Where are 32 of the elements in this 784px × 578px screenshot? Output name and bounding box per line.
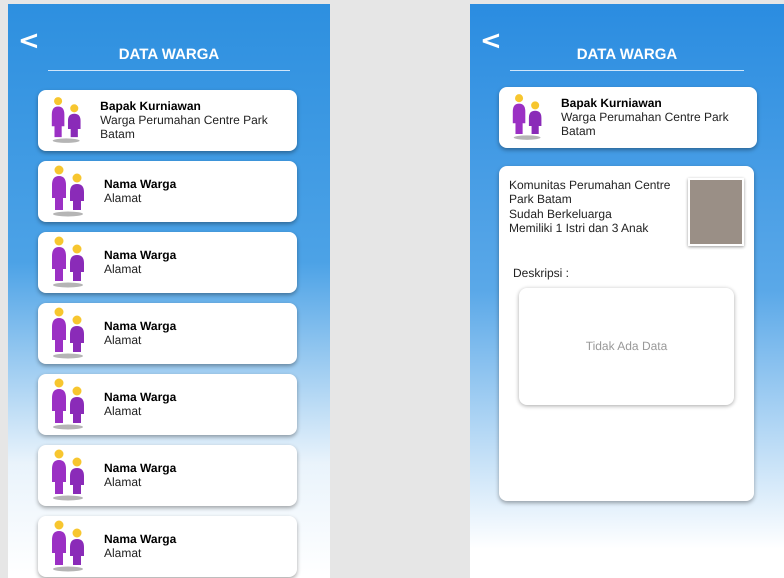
- resident-name: Nama Warga: [104, 532, 176, 546]
- resident-name: Nama Warga: [104, 461, 176, 475]
- photo-placeholder: [688, 178, 744, 246]
- info-text: Komunitas Perumahan Centre Park Batam: [509, 178, 672, 206]
- resident-name: Nama Warga: [104, 248, 176, 262]
- resident-name: Nama Warga: [104, 390, 176, 404]
- resident-name: Bapak Kurniawan: [100, 99, 202, 113]
- description-label: Deskripsi :: [513, 264, 570, 282]
- empty-text: Tidak Ada Data: [586, 338, 668, 355]
- resident-card[interactable]: Nama Warga Alamat: [38, 374, 297, 434]
- resident-card[interactable]: Nama Warga Alamat: [38, 444, 297, 506]
- resident-address: Alamat: [104, 191, 142, 205]
- resident-address: Alamat: [104, 546, 142, 560]
- resident-card[interactable]: Nama Warga Alamat: [38, 302, 297, 364]
- resident-name: Nama Warga: [104, 177, 176, 191]
- resident-name: Nama Warga: [104, 319, 176, 333]
- resident-address: Warga Perumahan Centre Park Batam: [561, 110, 730, 138]
- resident-card[interactable]: Bapak Kurniawan Warga Perumahan Centre Park Batam: [499, 86, 757, 148]
- resident-card[interactable]: Nama Warga Alamat: [38, 160, 297, 222]
- screen-title: DATA WARGA: [48, 44, 290, 70]
- resident-address: Alamat: [104, 404, 142, 418]
- resident-card[interactable]: Nama Warga Alamat: [38, 516, 297, 576]
- resident-card[interactable]: Nama Warga Alamat: [38, 232, 297, 292]
- info-text: Memiliki 1 Istri dan 3 Anak: [509, 221, 650, 236]
- resident-address: Alamat: [104, 475, 142, 489]
- resident-card[interactable]: Bapak Kurniawan Warga Perumahan Centre Park Batam: [38, 90, 297, 150]
- resident-address: Alamat: [104, 333, 142, 347]
- resident-address: Warga Perumahan Centre Park Batam: [100, 113, 269, 141]
- screen-title: DATA WARGA: [510, 44, 744, 70]
- info-text: Sudah Berkeluarga: [509, 206, 613, 221]
- resident-name: Bapak Kurniawan: [561, 96, 663, 110]
- resident-address: Alamat: [104, 262, 142, 276]
